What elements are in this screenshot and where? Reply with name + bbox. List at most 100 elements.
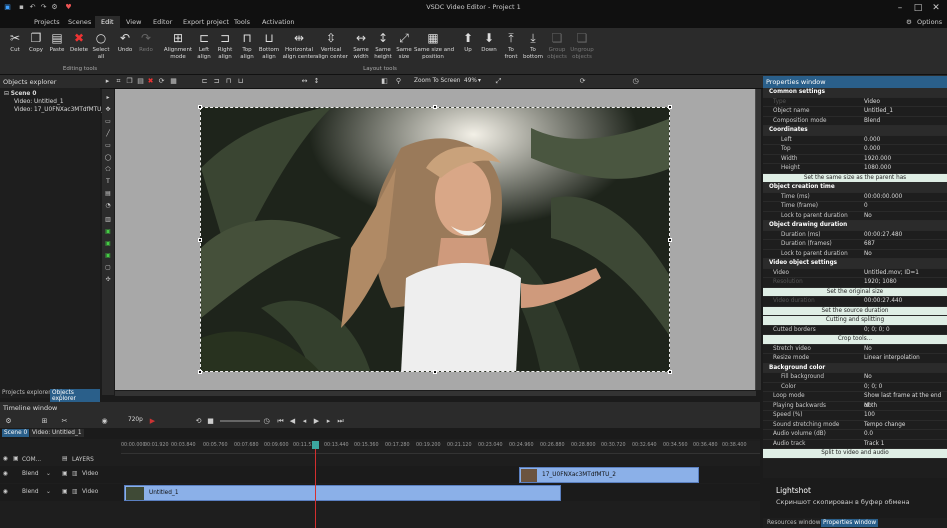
- property-value[interactable]: 1080.000: [864, 164, 891, 174]
- menu-projects[interactable]: Projects: [34, 16, 60, 28]
- vertical-align-center-button[interactable]: ⇳ Vertical align center: [315, 30, 348, 60]
- redo-button[interactable]: ↷ Redo: [137, 30, 155, 54]
- volume-slider[interactable]: [220, 420, 260, 422]
- property-section[interactable]: Coordinates: [763, 126, 947, 136]
- tab-video-untitled[interactable]: Video: Untitled_1: [30, 429, 84, 437]
- cut-button[interactable]: ✂ Cut: [5, 30, 25, 54]
- blend-mode[interactable]: Blend: [22, 471, 39, 477]
- property-value[interactable]: 687: [864, 240, 875, 250]
- copy-button[interactable]: ❐ Copy: [26, 30, 46, 54]
- menu-activation[interactable]: Activation: [262, 16, 295, 28]
- video-tool-icon[interactable]: ▣: [104, 239, 112, 248]
- move-tool-icon[interactable]: ✣: [104, 275, 112, 284]
- left-align-button[interactable]: ⊏ Left align: [195, 30, 213, 60]
- paste-button[interactable]: ▤ Paste: [47, 30, 67, 54]
- zoom-value[interactable]: 49%: [464, 78, 477, 84]
- property-value[interactable]: Untitled.mov; ID=1: [864, 269, 919, 279]
- resize-handle[interactable]: [198, 370, 202, 374]
- timeline-clip[interactable]: 17_U0FNXac3MTdfMTU_2: [519, 467, 699, 483]
- property-row[interactable]: Lock to parent duration No: [763, 250, 947, 260]
- cut-small-icon[interactable]: ✂: [60, 417, 69, 426]
- delete-small-icon[interactable]: ✖: [146, 77, 155, 86]
- step-forward-icon[interactable]: ▸: [324, 417, 333, 426]
- alignment-mode-button[interactable]: ⊞ Alignment mode: [160, 30, 196, 60]
- property-row[interactable]: Top 0.000: [763, 145, 947, 155]
- step-back-icon[interactable]: ◂: [300, 417, 309, 426]
- tree-video-17[interactable]: Video: 17_U0FNXac3MTdfMTU_2: [4, 106, 108, 114]
- video-preview-frame[interactable]: [200, 107, 670, 372]
- delete-button[interactable]: ✖ Delete: [68, 30, 90, 54]
- zoom-mode-label[interactable]: Zoom To Screen: [414, 78, 460, 84]
- sprite-tool-icon[interactable]: ▢: [104, 263, 112, 272]
- chevron-down-icon[interactable]: ⌄: [46, 471, 51, 477]
- property-value[interactable]: 0: [864, 202, 868, 212]
- tab-properties-window[interactable]: Properties window: [821, 519, 879, 527]
- property-row[interactable]: Resize mode Linear interpolation: [763, 354, 947, 364]
- layers-icon[interactable]: ◧: [380, 77, 389, 86]
- paste-small-icon[interactable]: ▤: [136, 77, 145, 86]
- property-action-button[interactable]: Cutting and splitting: [763, 316, 947, 326]
- property-value[interactable]: Untitled_1: [864, 107, 893, 117]
- property-row[interactable]: Fill background No: [763, 373, 947, 383]
- property-value[interactable]: Blend: [864, 117, 880, 127]
- clock-icon[interactable]: ◷: [631, 77, 640, 86]
- property-section[interactable]: Common settings: [763, 88, 947, 98]
- same-size-and-position-button[interactable]: ▦ Same size and position: [414, 30, 454, 60]
- property-row[interactable]: Object name Untitled_1: [763, 107, 947, 117]
- property-value[interactable]: No: [864, 345, 872, 355]
- text-tool-icon[interactable]: ▭: [104, 117, 112, 126]
- lock-icon[interactable]: ▣: [13, 456, 18, 462]
- property-row[interactable]: Width 1920.000: [763, 155, 947, 165]
- property-section[interactable]: Video object settings: [763, 259, 947, 269]
- to-front-button[interactable]: ⤒ To front: [502, 30, 520, 60]
- audio-tool-icon[interactable]: ▣: [104, 251, 112, 260]
- select-all-button[interactable]: ○ Select all: [91, 30, 111, 60]
- timeline-settings-icon[interactable]: ⚙: [4, 417, 13, 426]
- property-value[interactable]: Linear interpolation: [864, 354, 920, 364]
- ungroup-objects-button[interactable]: ❏ Ungroup objects: [569, 30, 595, 60]
- property-value[interactable]: 00:00:27.480: [864, 231, 902, 241]
- resize-handle[interactable]: [433, 370, 437, 374]
- align-right-small-icon[interactable]: ⊐: [212, 77, 221, 86]
- property-row[interactable]: Audio volume (dB) 0.0: [763, 430, 947, 440]
- play-small-icon[interactable]: ▶: [312, 417, 321, 426]
- play-icon[interactable]: ▶: [148, 417, 157, 426]
- property-value[interactable]: 00:00:00.000: [864, 193, 902, 203]
- chevron-down-icon[interactable]: ⌄: [46, 489, 51, 495]
- tab-projects-explorer[interactable]: Projects explorer: [2, 390, 51, 396]
- property-value[interactable]: Video: [864, 98, 880, 108]
- property-value[interactable]: 00:00:27.440: [864, 297, 902, 307]
- shape-tool-icon[interactable]: ⬠: [104, 165, 112, 174]
- to-bottom-button[interactable]: ⤓ To bottom: [521, 30, 545, 60]
- menu-edit[interactable]: Edit: [95, 16, 120, 28]
- grid-icon[interactable]: ▦: [169, 77, 178, 86]
- close-button[interactable]: ✕: [929, 2, 943, 14]
- tab-scene-0[interactable]: Scene 0: [2, 429, 30, 437]
- chevron-down-icon[interactable]: ▾: [478, 78, 481, 84]
- resize-handle[interactable]: [198, 105, 202, 109]
- property-action-button[interactable]: Set the same size as the parent has: [763, 173, 947, 183]
- property-row[interactable]: Stretch video No: [763, 345, 947, 355]
- property-row[interactable]: Speed (%) 100: [763, 411, 947, 421]
- canvas-horizontal-scrollbar[interactable]: [115, 391, 756, 396]
- eye-icon[interactable]: ◉: [3, 471, 8, 477]
- tab-objects-explorer[interactable]: Objects explorer: [50, 389, 100, 403]
- playhead[interactable]: [315, 441, 316, 528]
- property-value[interactable]: 0; 0; 0; 0: [864, 326, 890, 336]
- property-value[interactable]: 1920.000: [864, 155, 891, 165]
- property-value[interactable]: Tempo change: [864, 421, 905, 431]
- bottom-align-button[interactable]: ⊔ Bottom align: [257, 30, 281, 60]
- align-left-small-icon[interactable]: ⊏: [200, 77, 209, 86]
- options-menu[interactable]: Options: [917, 16, 942, 28]
- clock-small-icon[interactable]: ◷: [262, 417, 271, 426]
- property-row[interactable]: Composition mode Blend: [763, 117, 947, 127]
- property-row[interactable]: Audio track Track 1: [763, 440, 947, 449]
- comment-tool-icon[interactable]: ◔: [104, 201, 112, 210]
- line-tool-icon[interactable]: ╱: [104, 129, 112, 138]
- eye-icon[interactable]: ◉: [3, 489, 8, 495]
- add-layer-icon[interactable]: ⊞: [40, 417, 49, 426]
- ellipse-tool-icon[interactable]: ◯: [104, 153, 112, 162]
- resize-handle[interactable]: [668, 370, 672, 374]
- property-row[interactable]: Duration (frames) 687: [763, 240, 947, 250]
- property-value[interactable]: No: [864, 250, 872, 260]
